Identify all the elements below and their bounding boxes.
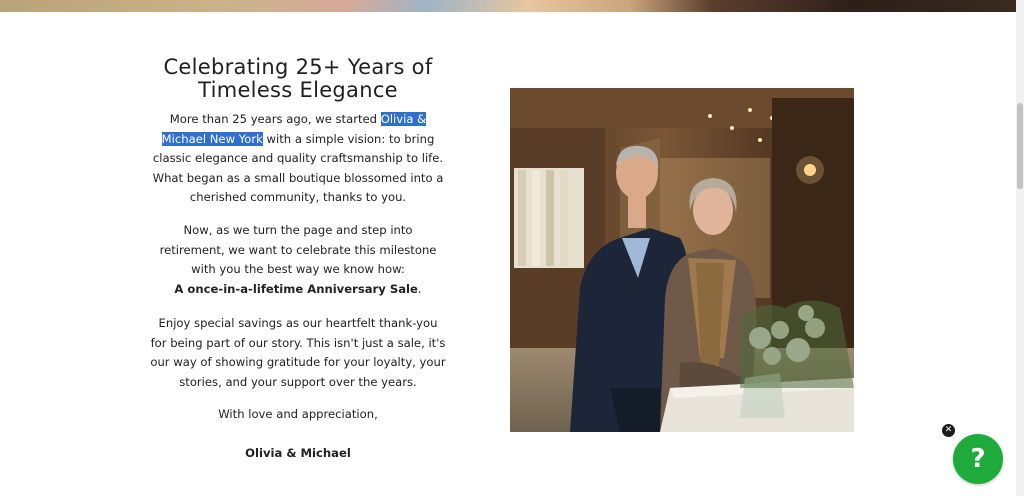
scrollbar-track[interactable] bbox=[1016, 0, 1024, 496]
question-mark-icon: ? bbox=[970, 444, 986, 474]
close-icon[interactable]: ✕ bbox=[942, 424, 955, 437]
intro-text-before: More than 25 years ago, we started bbox=[169, 112, 381, 126]
savings-paragraph: Enjoy special savings as our heartfelt t… bbox=[150, 316, 446, 389]
signature: Olivia & Michael bbox=[245, 446, 351, 460]
closing-line: With love and appreciation, bbox=[218, 407, 378, 421]
retirement-paragraph: Now, as we turn the page and step into r… bbox=[150, 221, 446, 299]
title-line-1: Celebrating 25+ Years of bbox=[163, 55, 433, 79]
retirement-period: . bbox=[417, 281, 422, 296]
page-title: Celebrating 25+ Years of Timeless Elegan… bbox=[150, 56, 446, 102]
help-chat-button[interactable]: ? bbox=[953, 434, 1003, 484]
retirement-text: Now, as we turn the page and step into r… bbox=[159, 223, 437, 276]
scrollbar-thumb[interactable] bbox=[1017, 103, 1023, 189]
title-line-2: Timeless Elegance bbox=[198, 78, 398, 102]
top-banner-image bbox=[0, 0, 1016, 12]
intro-paragraph: More than 25 years ago, we started Olivi… bbox=[150, 110, 446, 208]
anniversary-sale-text: A once-in-a-lifetime Anniversary Sale bbox=[174, 281, 418, 296]
owners-photo bbox=[510, 88, 854, 432]
